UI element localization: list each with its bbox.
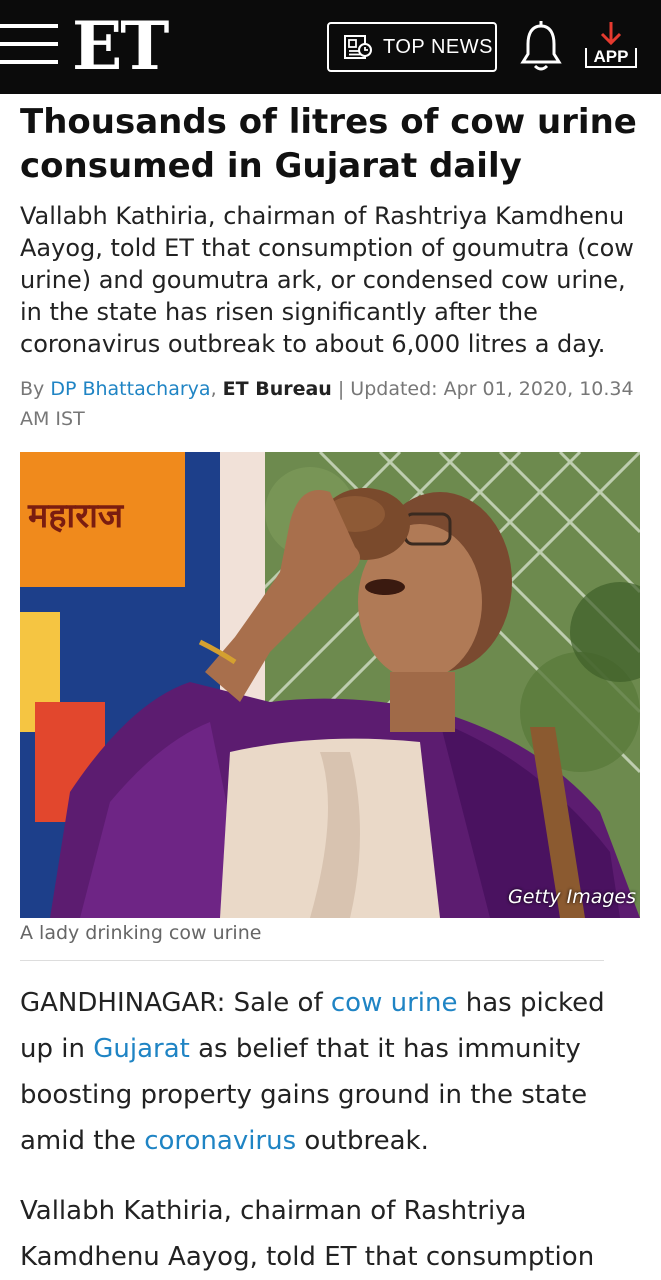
bell-icon[interactable] bbox=[518, 20, 564, 74]
keyword-link-coronavirus[interactable]: coronavirus bbox=[144, 1126, 296, 1156]
et-logo[interactable]: ET bbox=[72, 6, 169, 86]
paragraph-text: GANDHINAGAR: Sale of bbox=[20, 988, 331, 1018]
author-link[interactable]: DP Bhattacharya bbox=[50, 378, 210, 400]
article-paragraph-1: GANDHINAGAR: Sale of cow urine has picke… bbox=[20, 980, 645, 1164]
article-headline: Thousands of litres of cow urine consume… bbox=[20, 102, 637, 186]
top-news-button[interactable]: TOP NEWS bbox=[327, 22, 497, 72]
app-label: APP bbox=[585, 48, 637, 68]
download-arrow-icon bbox=[600, 22, 622, 46]
byline-prefix: By bbox=[20, 378, 51, 400]
article-summary: Vallabh Kathiria, chairman of Rashtriya … bbox=[20, 202, 634, 358]
divider bbox=[20, 960, 604, 961]
photo-caption: A lady drinking cow urine bbox=[20, 922, 262, 944]
menu-icon[interactable] bbox=[0, 24, 58, 66]
paragraph-text: outbreak. bbox=[296, 1126, 429, 1156]
app-download-button[interactable]: APP bbox=[585, 20, 637, 72]
byline: By DP Bhattacharya, ET Bureau | Updated:… bbox=[20, 374, 640, 434]
byline-sep: , bbox=[210, 378, 223, 400]
keyword-link-gujarat[interactable]: Gujarat bbox=[93, 1034, 190, 1064]
article-paragraph-2: Vallabh Kathiria, chairman of Rashtriya … bbox=[20, 1196, 595, 1272]
top-news-label: TOP NEWS bbox=[383, 35, 493, 58]
keyword-link-cow-urine[interactable]: cow urine bbox=[331, 988, 458, 1018]
photo-credit: Getty Images bbox=[508, 886, 636, 908]
top-bar: ET TOP NEWS APP bbox=[0, 0, 661, 94]
article-photo: महाराज Getty Images bbox=[20, 452, 640, 918]
banner-text: महाराज bbox=[27, 496, 125, 536]
newspaper-icon bbox=[344, 35, 372, 59]
bureau-name: ET Bureau bbox=[222, 378, 332, 400]
